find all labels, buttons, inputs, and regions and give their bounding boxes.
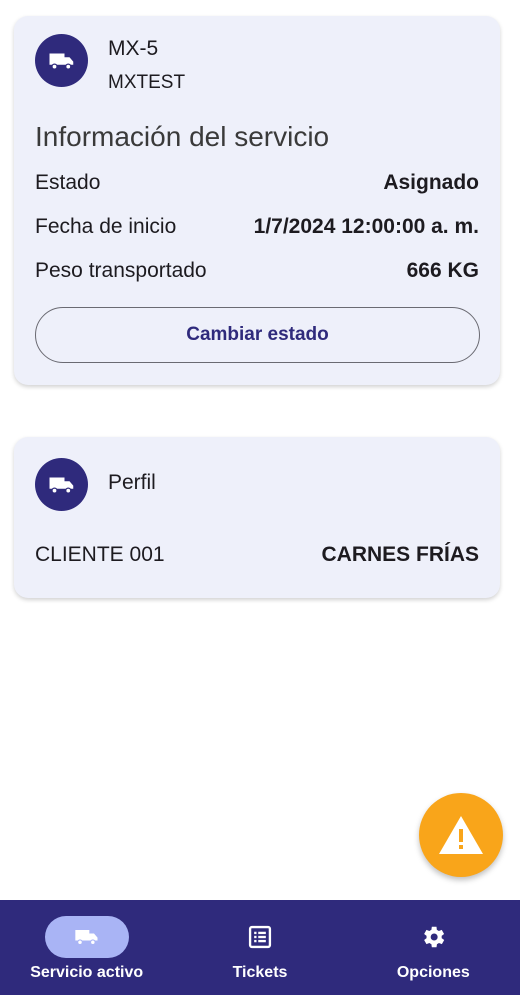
nav-label-tickets: Tickets [232, 964, 288, 981]
nav-icon-wrap [218, 916, 302, 958]
status-row: Estado Asignado [35, 171, 479, 195]
start-date-value: 1/7/2024 12:00:00 a. m. [253, 215, 479, 238]
weight-label: Peso transportado [35, 259, 207, 282]
nav-item-tickets[interactable]: Tickets [173, 900, 346, 995]
change-status-button[interactable]: Cambiar estado [35, 307, 480, 363]
truck-icon [49, 477, 73, 494]
truck-avatar [35, 34, 88, 87]
weight-value: 666 KG [406, 259, 479, 282]
unit-name: MX-5 [108, 37, 159, 60]
weight-row: Peso transportado 666 KG [35, 259, 479, 283]
list-icon [248, 925, 272, 949]
status-value: Asignado [383, 171, 479, 194]
nav-item-active-service[interactable]: Servicio activo [0, 900, 173, 995]
alert-fab-button[interactable] [419, 793, 503, 877]
bottom-nav: Servicio activo Tickets Opciones [0, 900, 520, 995]
nav-label-options: Opciones [396, 964, 470, 981]
truck-icon [49, 53, 73, 70]
truck-icon [74, 930, 98, 946]
client-label: CLIENTE 001 [35, 543, 165, 566]
nav-item-options[interactable]: Opciones [347, 900, 520, 995]
gear-icon [424, 926, 445, 948]
warning-icon [439, 816, 483, 854]
service-card: MX-5 MXTEST Información del servicio Est… [14, 16, 500, 385]
status-label: Estado [35, 171, 101, 194]
start-date-row: Fecha de inicio 1/7/2024 12:00:00 a. m. [35, 215, 479, 239]
client-value: CARNES FRÍAS [321, 543, 479, 566]
truck-avatar [35, 458, 88, 511]
client-row: CLIENTE 001 CARNES FRÍAS [35, 543, 479, 567]
profile-card: Perfil CLIENTE 001 CARNES FRÍAS [14, 437, 500, 598]
company-name: MXTEST [108, 72, 186, 93]
screen: MX-5 MXTEST Información del servicio Est… [0, 0, 520, 995]
nav-icon-wrap [391, 916, 475, 958]
section-title: Información del servicio [35, 121, 330, 152]
nav-label-active-service: Servicio activo [30, 964, 144, 981]
profile-title: Perfil [108, 471, 156, 494]
start-date-label: Fecha de inicio [35, 215, 177, 238]
nav-active-indicator [44, 916, 129, 958]
